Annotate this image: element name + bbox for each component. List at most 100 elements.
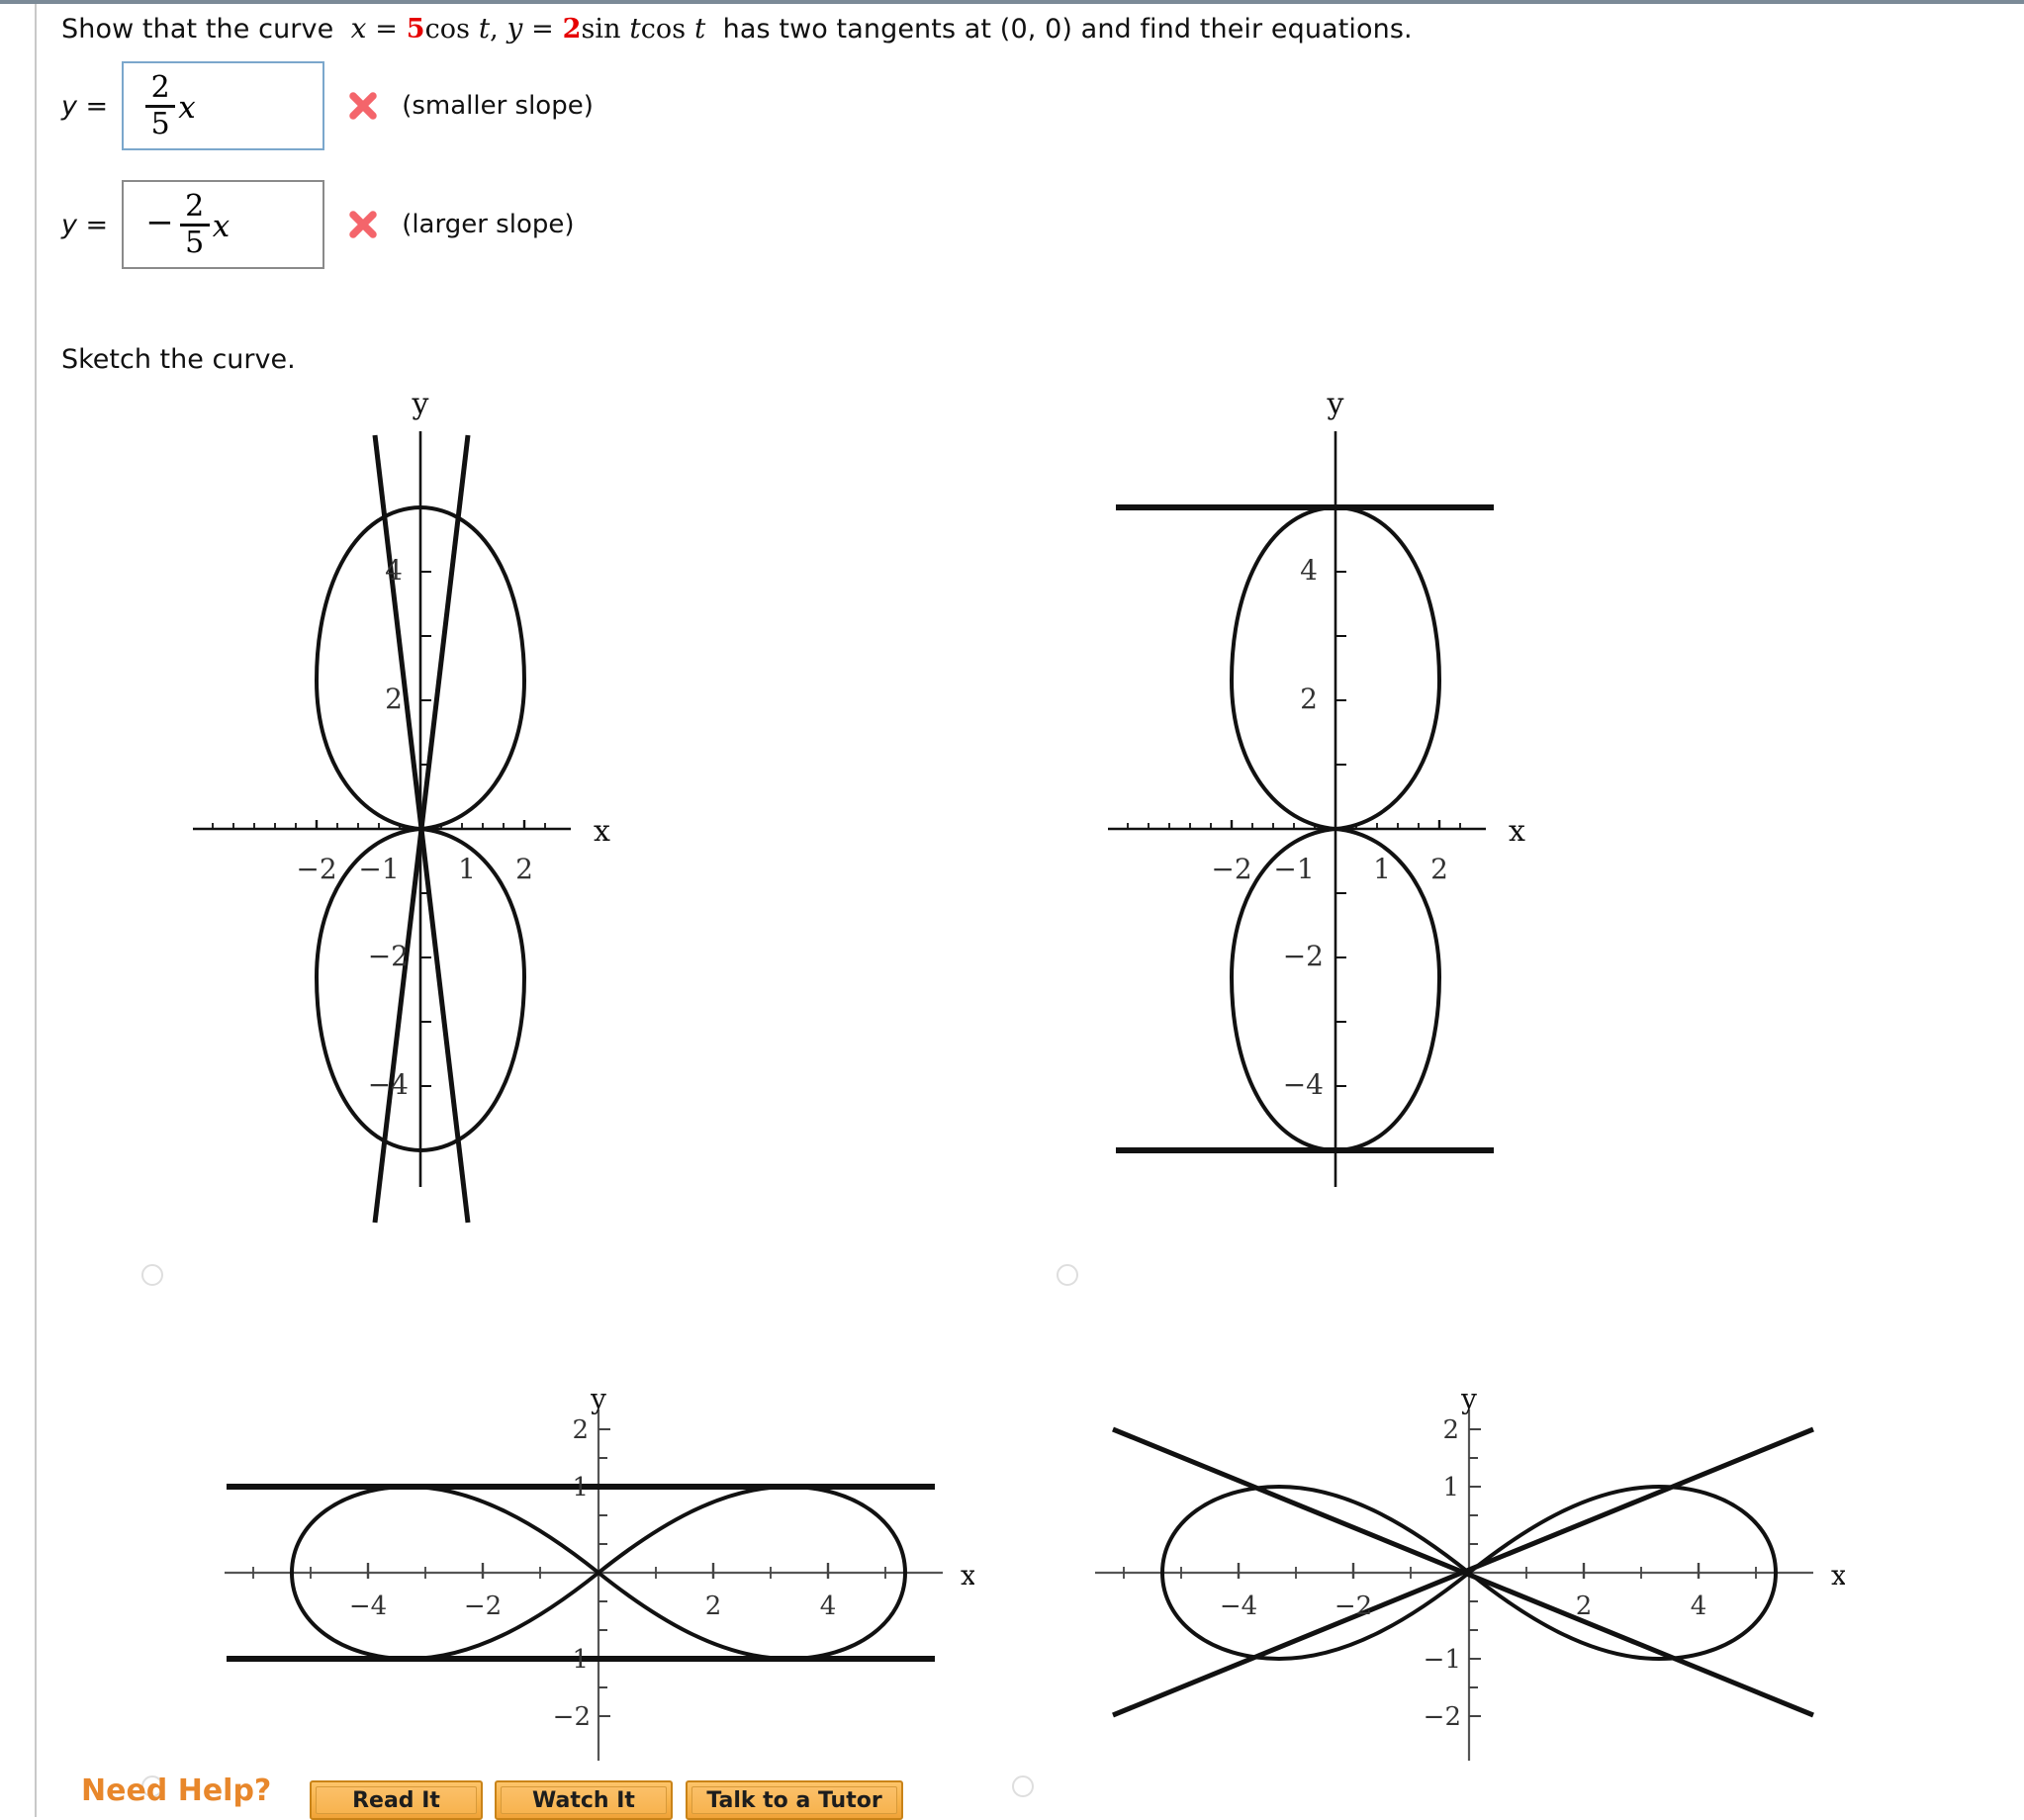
svg-text:2: 2 xyxy=(705,1592,722,1621)
answer-1-variable: x xyxy=(178,90,196,126)
need-help-label: Need Help? xyxy=(81,1774,272,1808)
svg-text:1: 1 xyxy=(1373,853,1391,885)
graph-a-x-axis-label: x xyxy=(594,814,610,849)
svg-text:−1: −1 xyxy=(358,853,399,885)
talk-to-a-tutor-button[interactable]: Talk to a Tutor xyxy=(686,1780,903,1820)
answer-2-sign: − xyxy=(145,203,174,242)
watch-it-button[interactable]: Watch It xyxy=(495,1780,673,1820)
svg-text:−2: −2 xyxy=(1334,1592,1372,1621)
graph-option-a-svg: y x −2 −1 1 2 4 2 −2 −4 xyxy=(193,387,610,1224)
svg-text:−4: −4 xyxy=(1283,1068,1324,1101)
svg-text:4: 4 xyxy=(820,1592,837,1621)
radio-option-a[interactable] xyxy=(141,1264,163,1286)
answer-1-input[interactable]: 2 5 x xyxy=(122,61,325,150)
eq-x-function: cos xyxy=(424,14,471,45)
graph-c-x-axis-label: x xyxy=(961,1559,974,1592)
svg-text:4: 4 xyxy=(385,554,403,587)
answer-2-y-label: y = xyxy=(61,209,109,240)
graph-option-a[interactable]: y x −2 −1 1 2 4 2 −2 −4 xyxy=(141,384,618,1286)
svg-text:−1: −1 xyxy=(1273,853,1314,885)
answer-2-expression: − 2 5 x xyxy=(145,188,230,260)
svg-text:−2: −2 xyxy=(553,1702,591,1732)
radio-option-d[interactable] xyxy=(1012,1775,1034,1797)
svg-text:−2: −2 xyxy=(1283,940,1324,972)
svg-text:1: 1 xyxy=(572,1473,589,1502)
svg-text:2: 2 xyxy=(1442,1415,1459,1445)
answer-1-fraction: 2 5 xyxy=(145,69,176,141)
read-it-button-label: Read It xyxy=(352,1787,440,1813)
eq-x-coefficient: 5 xyxy=(406,14,425,45)
answer-2-numerator: 2 xyxy=(185,188,205,224)
answer-2-slope-note: (larger slope) xyxy=(402,210,575,239)
graph-option-b[interactable]: y x −2 −1 1 2 4 2 −2 −4 xyxy=(1057,384,1533,1286)
sketch-prompt: Sketch the curve. xyxy=(61,344,296,375)
svg-text:1: 1 xyxy=(572,1645,589,1675)
graph-option-b-svg: y x −2 −1 1 2 4 2 −2 −4 xyxy=(1108,387,1525,1187)
graph-option-d-svg: y x −4 −2 2 4 2 1 −1 −2 xyxy=(1095,1385,1845,1761)
graph-option-c[interactable]: y x −4 −2 2 4 2 1 1 −2 xyxy=(141,1385,974,1797)
eq-comma: , xyxy=(490,14,499,45)
answer-1-denominator: 5 xyxy=(150,106,170,141)
svg-text:2: 2 xyxy=(515,853,533,885)
answer-2-variable: x xyxy=(212,209,230,244)
svg-text:4: 4 xyxy=(1300,554,1318,587)
svg-text:2: 2 xyxy=(1576,1592,1593,1621)
eq-y-var: y xyxy=(506,12,523,45)
eq-equals-2: = xyxy=(531,14,554,45)
svg-text:2: 2 xyxy=(1430,853,1448,885)
svg-text:4: 4 xyxy=(1691,1592,1707,1621)
answer-2-fraction: 2 5 xyxy=(179,188,210,260)
question-tail: has two tangents at (0, 0) and find thei… xyxy=(722,14,1413,45)
answer-row-larger-slope: y = − 2 5 x (larger slope) xyxy=(61,180,575,269)
svg-text:2: 2 xyxy=(572,1415,589,1445)
x-axis-ticks xyxy=(1127,820,1461,829)
answer-2-denominator: 5 xyxy=(185,225,205,260)
svg-text:1: 1 xyxy=(458,853,476,885)
talk-to-a-tutor-button-label: Talk to a Tutor xyxy=(706,1787,882,1813)
read-it-button[interactable]: Read It xyxy=(310,1780,483,1820)
svg-text:−2: −2 xyxy=(296,853,336,885)
answer-1-y-label: y = xyxy=(61,90,109,122)
svg-text:−2: −2 xyxy=(368,940,409,972)
eq-y-param-2: t xyxy=(693,12,706,45)
svg-text:−4: −4 xyxy=(368,1068,409,1101)
svg-text:−2: −2 xyxy=(464,1592,502,1621)
svg-text:2: 2 xyxy=(1300,682,1318,715)
eq-y-param-1: t xyxy=(629,12,641,45)
svg-text:−1: −1 xyxy=(1424,1645,1461,1675)
svg-text:1: 1 xyxy=(1442,1473,1459,1502)
graph-c-y-axis-label: y xyxy=(590,1385,606,1415)
eq-x-param: t xyxy=(478,12,491,45)
question-statement: Show that the curve x = 5cos t, y = 2sin… xyxy=(61,12,1413,45)
eq-x-var: x xyxy=(350,12,367,45)
graph-d-y-axis-label: y xyxy=(1460,1385,1477,1415)
cross-icon xyxy=(346,208,380,241)
radio-option-b[interactable] xyxy=(1057,1264,1078,1286)
eq-y-function-sin: sin xyxy=(581,14,621,45)
x-axis-ticks xyxy=(212,820,546,829)
graph-d-x-axis-label: x xyxy=(1831,1559,1845,1592)
answer-1-numerator: 2 xyxy=(150,69,170,105)
graph-b-y-axis-label: y xyxy=(1327,387,1344,421)
x-axis-ticks xyxy=(252,1563,886,1579)
answer-1-expression: 2 5 x xyxy=(145,69,196,141)
question-content: Show that the curve x = 5cos t, y = 2sin… xyxy=(0,0,2024,1820)
svg-text:−4: −4 xyxy=(349,1592,387,1621)
graph-option-c-svg: y x −4 −2 2 4 2 1 1 −2 xyxy=(225,1385,974,1761)
answer-row-smaller-slope: y = 2 5 x (smaller slope) xyxy=(61,61,594,150)
svg-text:−4: −4 xyxy=(1220,1592,1257,1621)
answer-1-slope-note: (smaller slope) xyxy=(402,91,594,121)
watch-it-button-label: Watch It xyxy=(532,1787,635,1813)
cross-icon xyxy=(346,89,380,123)
svg-text:−2: −2 xyxy=(1424,1702,1461,1732)
graph-b-x-axis-label: x xyxy=(1509,814,1525,849)
graph-option-d[interactable]: y x −4 −2 2 4 2 1 −1 −2 xyxy=(1012,1385,1845,1797)
eq-y-function-cos: cos xyxy=(640,14,687,45)
question-lead: Show that the curve xyxy=(61,14,334,45)
eq-y-coefficient: 2 xyxy=(562,14,582,45)
svg-text:−2: −2 xyxy=(1211,853,1251,885)
eq-equals-1: = xyxy=(375,14,398,45)
svg-text:2: 2 xyxy=(385,682,403,715)
graph-a-y-axis-label: y xyxy=(412,387,429,421)
answer-2-input[interactable]: − 2 5 x xyxy=(122,180,325,269)
